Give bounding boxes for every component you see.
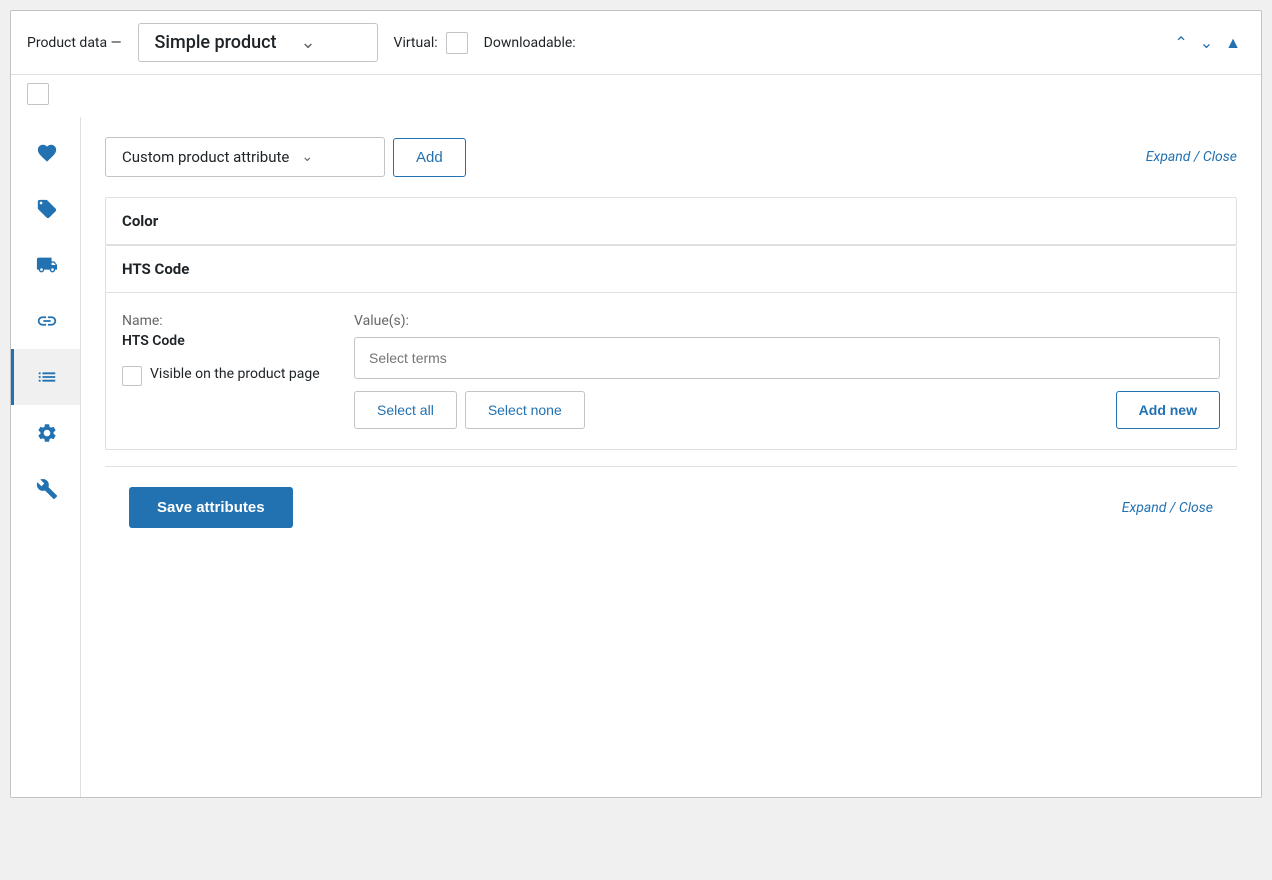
downloadable-label: Downloadable: — [484, 35, 576, 51]
attr-values-column: Value(s): Select all Select none Add new — [354, 313, 1220, 429]
visible-on-page-checkbox[interactable] — [122, 366, 142, 386]
color-section-title: Color — [122, 212, 158, 230]
sort-arrows: ⌃ ⌄ ▲ — [1170, 31, 1245, 55]
wrench-icon — [36, 142, 58, 164]
sidebar-item-tools[interactable] — [11, 461, 80, 517]
name-field-label: Name: — [122, 313, 322, 329]
visible-on-page-label: Visible on the product page — [150, 365, 320, 385]
product-type-label: Simple product — [155, 32, 277, 53]
color-section-header: Color — [106, 198, 1236, 245]
sidebar-item-shipping[interactable] — [11, 237, 80, 293]
sidebar-item-wrench[interactable] — [11, 125, 80, 181]
add-new-button[interactable]: Add new — [1116, 391, 1220, 429]
page-wrapper: Product data — Simple product ⌄ Virtual:… — [0, 0, 1272, 880]
select-none-button[interactable]: Select none — [465, 391, 585, 429]
virtual-group: Virtual: — [394, 32, 468, 54]
name-field-value: HTS Code — [122, 333, 322, 349]
sidebar-item-attributes[interactable] — [11, 349, 80, 405]
hts-code-section-header: HTS Code — [106, 246, 1236, 293]
select-terms-input[interactable] — [354, 337, 1220, 379]
attribute-select-label: Custom product attribute — [122, 148, 289, 166]
expand-close-bottom-link[interactable]: Expand / Close — [1122, 500, 1213, 516]
values-label: Value(s): — [354, 313, 1220, 329]
sidebar-item-gear[interactable] — [11, 405, 80, 461]
top-bar: Product data — Simple product ⌄ Virtual:… — [11, 11, 1261, 75]
product-type-select[interactable]: Simple product ⌄ — [138, 23, 378, 62]
sort-up-icon[interactable]: ⌃ — [1170, 31, 1191, 54]
sort-top-icon[interactable]: ▲ — [1221, 31, 1245, 55]
downloadable-group: Downloadable: — [484, 35, 576, 51]
product-data-label: Product data — — [27, 35, 122, 51]
select-all-button[interactable]: Select all — [354, 391, 457, 429]
product-data-box: Product data — Simple product ⌄ Virtual:… — [10, 10, 1262, 798]
sidebar — [11, 117, 81, 797]
add-attribute-button[interactable]: Add — [393, 138, 466, 177]
attribute-btn-row: Select all Select none Add new — [354, 391, 1220, 429]
sidebar-item-tags[interactable] — [11, 181, 80, 237]
sort-down-icon[interactable]: ⌄ — [1196, 31, 1217, 54]
attr-toolbar: Custom product attribute ⌄ Add Expand / … — [105, 137, 1237, 177]
hts-code-section-title: HTS Code — [122, 260, 189, 278]
list-icon — [36, 366, 58, 388]
top-checkbox[interactable] — [27, 83, 49, 105]
hts-code-attribute-section: HTS Code Name: HTS Code Visible on the p… — [105, 246, 1237, 450]
attr-name-column: Name: HTS Code Visible on the product pa… — [122, 313, 322, 386]
save-attributes-button[interactable]: Save attributes — [129, 487, 293, 528]
virtual-label: Virtual: — [394, 35, 438, 51]
main-content: Custom product attribute ⌄ Add Expand / … — [11, 117, 1261, 797]
visible-on-page-row: Visible on the product page — [122, 365, 322, 386]
color-attribute-section: Color — [105, 197, 1237, 246]
hts-code-section-body: Name: HTS Code Visible on the product pa… — [106, 293, 1236, 449]
tools-icon — [36, 478, 58, 500]
bottom-bar: Save attributes Expand / Close — [105, 466, 1237, 548]
attribute-select[interactable]: Custom product attribute ⌄ — [105, 137, 385, 177]
expand-close-top-link[interactable]: Expand / Close — [1146, 149, 1237, 165]
attribute-select-chevron-icon: ⌄ — [301, 149, 313, 165]
product-type-chevron-icon: ⌄ — [301, 32, 316, 53]
tags-icon — [36, 198, 58, 220]
attribute-sections: Color HTS Code Name: HTS Code — [105, 197, 1237, 450]
small-checkbox-row — [11, 75, 1261, 117]
gear-icon — [36, 422, 58, 444]
virtual-checkbox[interactable] — [446, 32, 468, 54]
truck-icon — [36, 254, 58, 276]
sidebar-item-link[interactable] — [11, 293, 80, 349]
link-icon — [36, 310, 58, 332]
panel: Custom product attribute ⌄ Add Expand / … — [81, 117, 1261, 797]
